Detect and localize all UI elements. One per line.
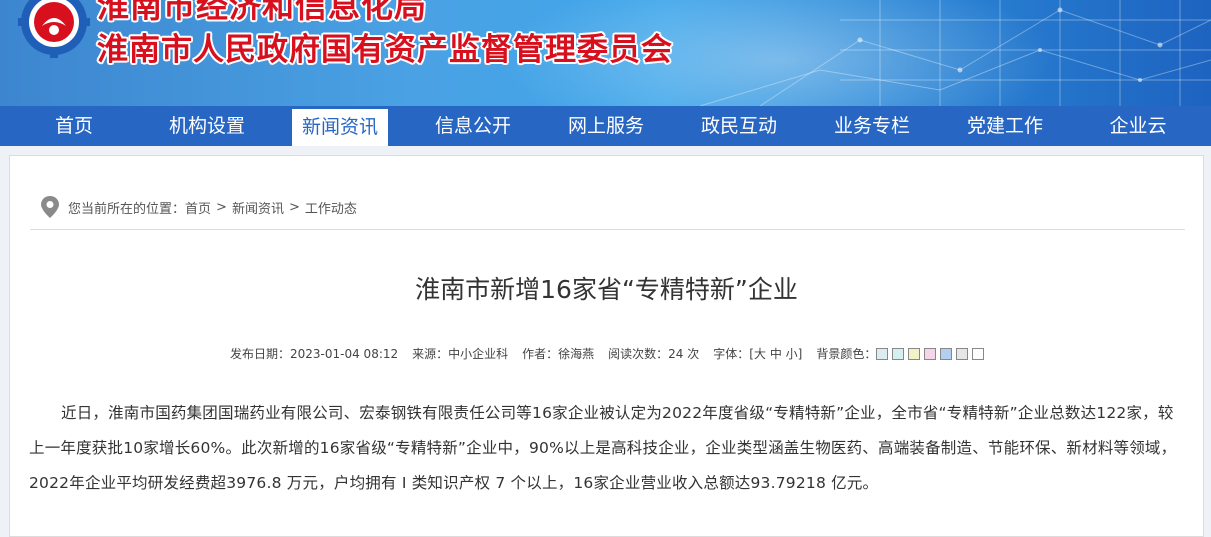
breadcrumb-work-updates[interactable]: 工作动态 bbox=[305, 198, 357, 217]
font-size-medium-button[interactable]: 中 bbox=[770, 345, 782, 362]
bg-color-label: 背景颜色： bbox=[816, 347, 877, 361]
site-title-top: 淮南市经济和信息化局 bbox=[97, 0, 428, 25]
bg-color-swatch[interactable] bbox=[956, 347, 969, 360]
nav-item-business-column[interactable]: 业务专栏 bbox=[824, 106, 920, 146]
breadcrumb: 您当前所在的位置： 首页 > 新闻资讯 > 工作动态 bbox=[40, 196, 357, 218]
font-size-small-button[interactable]: 小 bbox=[786, 345, 798, 362]
nav-item-online-services[interactable]: 网上服务 bbox=[558, 106, 654, 146]
divider bbox=[30, 229, 1185, 230]
nav-item-public-interaction[interactable]: 政民互动 bbox=[691, 106, 787, 146]
nav-item-home[interactable]: 首页 bbox=[30, 106, 118, 146]
breadcrumb-news[interactable]: 新闻资讯 bbox=[232, 198, 284, 217]
location-pin-icon bbox=[41, 196, 59, 218]
nav-item-party-building[interactable]: 党建工作 bbox=[957, 106, 1053, 146]
article-source: 来源：中小企业科 bbox=[412, 347, 509, 361]
view-count: 阅读次数：24 次 bbox=[608, 347, 700, 361]
font-size-label: 字体： bbox=[713, 347, 750, 361]
article-title: 淮南市新增16家省“专精特新”企业 bbox=[415, 275, 798, 304]
article-author: 作者：徐海燕 bbox=[522, 347, 595, 361]
bg-color-swatch[interactable] bbox=[940, 347, 953, 360]
breadcrumb-home[interactable]: 首页 bbox=[185, 198, 211, 217]
bg-color-swatch[interactable] bbox=[908, 347, 921, 360]
bg-color-swatch[interactable] bbox=[972, 347, 985, 360]
breadcrumb-separator: > bbox=[288, 199, 300, 215]
breadcrumb-prefix: 您当前所在的位置： bbox=[68, 201, 186, 217]
font-size-large-button[interactable]: 大 bbox=[754, 345, 766, 362]
bg-color-swatch[interactable] bbox=[924, 347, 937, 360]
article-meta: 发布日期：2023-01-04 08:12 来源：中小企业科 作者：徐海燕 阅读… bbox=[230, 345, 988, 362]
article-body: 近日，淮南市国药集团国瑞药业有限公司、宏泰钢铁有限责任公司等16家企业被认定为2… bbox=[29, 404, 1177, 492]
bg-color-swatch[interactable] bbox=[892, 347, 905, 360]
bg-color-swatch[interactable] bbox=[876, 347, 889, 360]
nav-item-info-disclosure[interactable]: 信息公开 bbox=[425, 106, 521, 146]
article-panel: 您当前所在的位置： 首页 > 新闻资讯 > 工作动态 淮南市新增16家省“专精特… bbox=[9, 155, 1204, 537]
gear-emblem-logo-icon bbox=[18, 0, 90, 58]
font-size-bracket-close: ] bbox=[797, 346, 803, 361]
nav-item-organization[interactable]: 机构设置 bbox=[160, 106, 254, 146]
main-nav: 首页 机构设置 新闻资讯 信息公开 网上服务 政民互动 业务专栏 党建工作 企业… bbox=[0, 106, 1211, 146]
site-banner: 淮南市经济和信息化局 淮南市人民政府国有资产监督管理委员会 bbox=[0, 0, 1211, 106]
site-title-main: 淮南市人民政府国有资产监督管理委员会 bbox=[97, 32, 673, 68]
publish-date: 发布日期：2023-01-04 08:12 bbox=[230, 347, 399, 361]
nav-item-enterprise-cloud[interactable]: 企业云 bbox=[1090, 106, 1186, 146]
breadcrumb-separator: > bbox=[216, 199, 227, 215]
nav-item-news[interactable]: 新闻资讯 bbox=[292, 109, 388, 146]
